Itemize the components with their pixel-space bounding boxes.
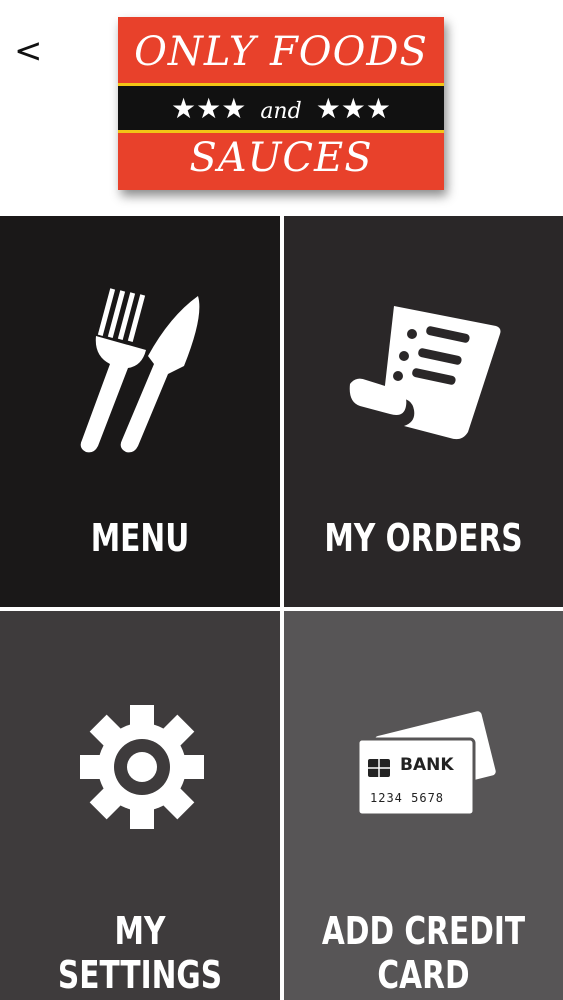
receipt-icon <box>349 306 501 440</box>
logo-line-1: ONLY FOODS <box>134 29 428 75</box>
gear-icon <box>80 705 204 829</box>
add-credit-card-label: ADD CREDIT CARD <box>321 909 526 997</box>
logo-and: and <box>260 99 302 124</box>
card-number-text: 1234 5678 <box>370 791 445 805</box>
app-header: < ONLY FOODS ★★★ and ★★★ SAUCES <box>0 0 563 216</box>
add-credit-card-tile[interactable]: BANK 1234 5678 ADD CREDIT CARD <box>284 611 563 1000</box>
my-orders-label: MY ORDERS <box>324 516 523 560</box>
my-orders-tile[interactable]: MY ORDERS <box>284 216 563 607</box>
my-settings-tile[interactable]: MY SETTINGS <box>0 611 280 1000</box>
brand-logo: ONLY FOODS ★★★ and ★★★ SAUCES <box>118 17 444 190</box>
fork-knife-icon <box>80 288 200 453</box>
menu-tile[interactable]: MENU <box>0 216 280 607</box>
my-settings-label: MY SETTINGS <box>57 909 223 997</box>
logo-stars: ★★★ and ★★★ <box>118 90 444 131</box>
logo-line-2: SAUCES <box>189 135 373 181</box>
card-bank-text: BANK <box>400 755 454 775</box>
logo-band: ★★★ and ★★★ <box>118 83 444 133</box>
logo-stars-left: ★★★ <box>171 93 247 124</box>
back-button[interactable]: < <box>14 28 54 74</box>
logo-stars-right: ★★★ <box>315 93 391 124</box>
menu-label: MENU <box>90 516 190 560</box>
